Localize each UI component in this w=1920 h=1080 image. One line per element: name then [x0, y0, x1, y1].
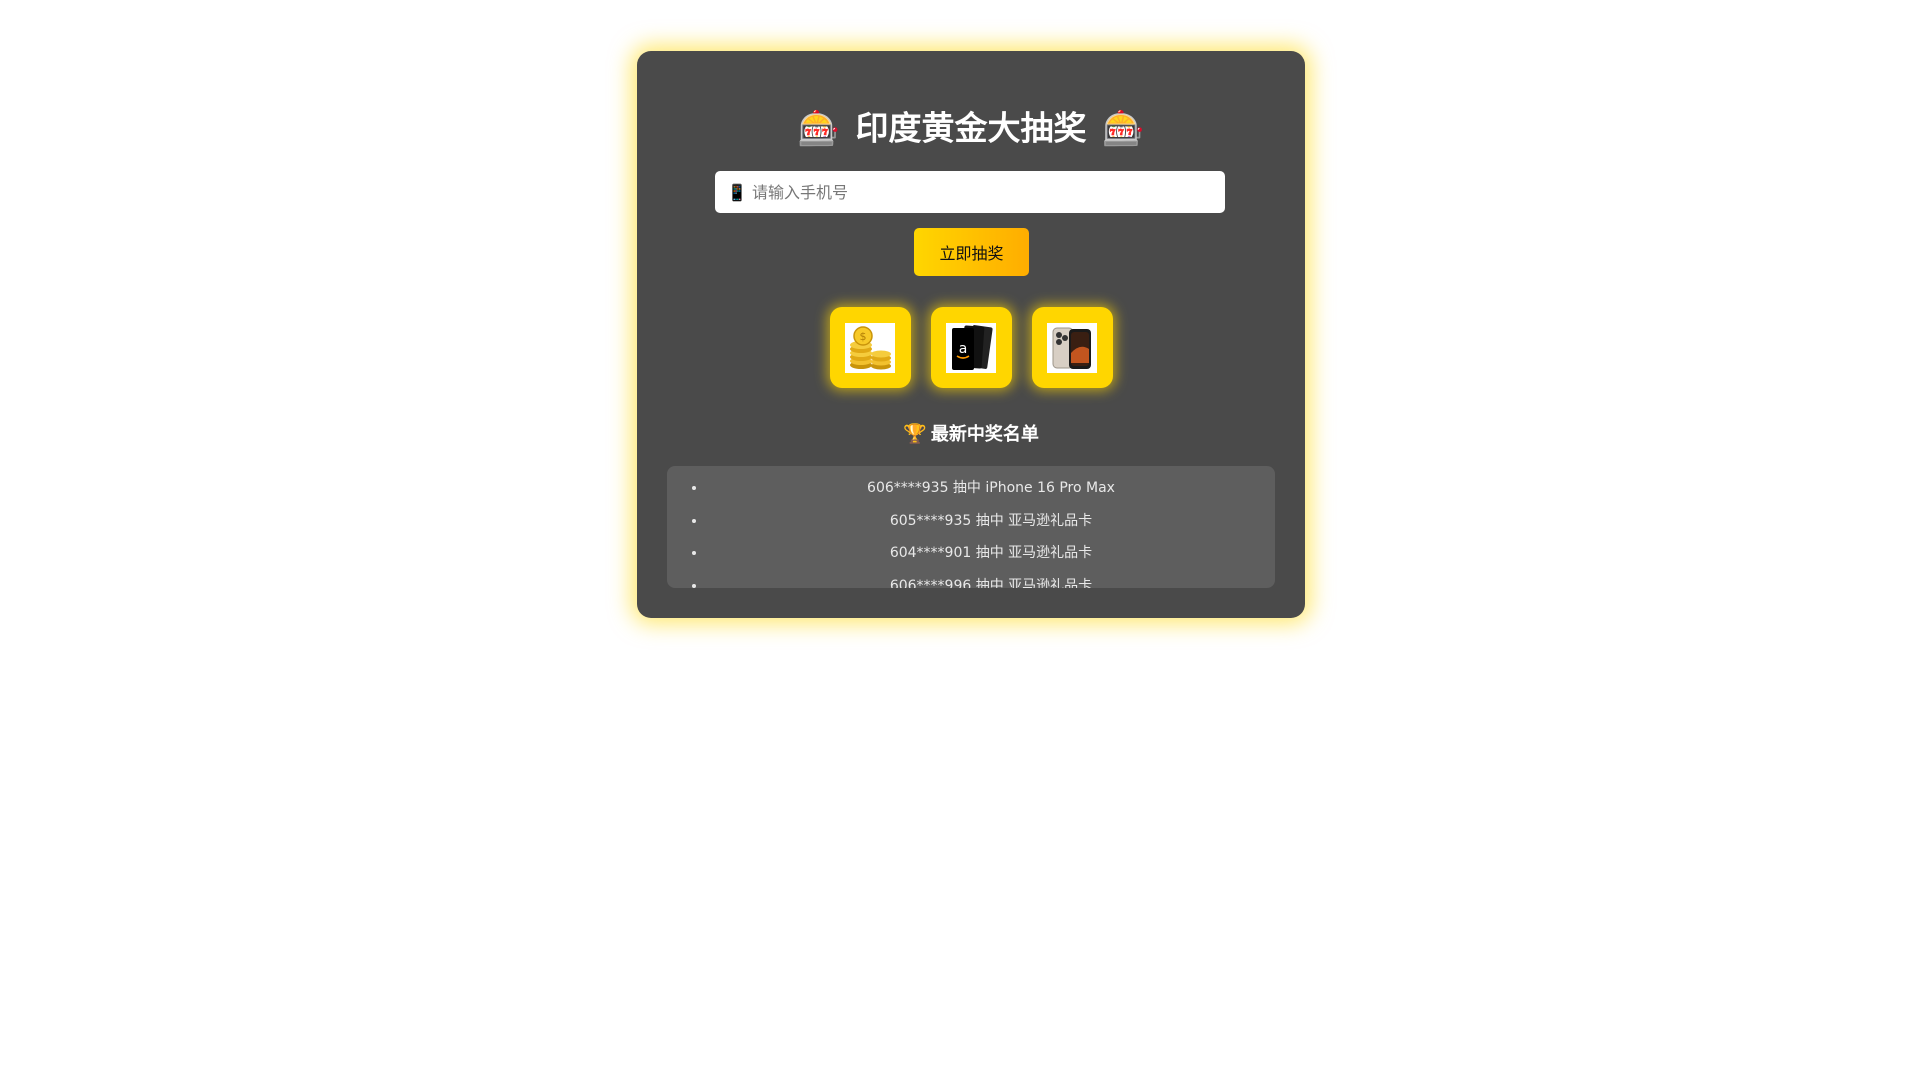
svg-text:$: $ — [860, 330, 867, 343]
draw-button[interactable]: 立即抽奖 — [914, 228, 1029, 276]
iphone-icon — [1047, 322, 1097, 373]
svg-text:a: a — [959, 341, 968, 357]
winners-title: 🏆 最新中奖名单 — [637, 419, 1305, 450]
page-title: 🎰 印度黄金大抽奖 🎰 — [637, 103, 1305, 153]
prize-amazon-gift-card: a — [930, 307, 1012, 388]
slot-machine-icon: 🎰 — [797, 108, 840, 149]
prize-iphone — [1031, 307, 1113, 388]
lottery-card: 🎰 印度黄金大抽奖 🎰 立即抽奖 $ — [637, 51, 1305, 618]
prize-row: $ a — [637, 307, 1305, 388]
phone-input[interactable] — [715, 171, 1225, 213]
amazon-gift-card-icon: a — [946, 322, 996, 373]
list-item: 604****901 抽中 亚马逊礼品卡 — [707, 537, 1275, 570]
winners-title-text: 最新中奖名单 — [930, 424, 1039, 445]
prize-gold-coins: $ — [829, 307, 911, 388]
phone-field-wrapper — [715, 171, 1225, 213]
trophy-icon: 🏆 — [903, 423, 927, 445]
gold-coins-icon: $ — [845, 322, 895, 373]
winners-list: 606****935 抽中 iPhone 16 Pro Max 605****9… — [667, 466, 1275, 588]
winners-list-box: 606****935 抽中 iPhone 16 Pro Max 605****9… — [667, 466, 1275, 588]
slot-machine-icon: 🎰 — [1102, 108, 1145, 149]
list-item: 605****935 抽中 亚马逊礼品卡 — [707, 505, 1275, 538]
list-item: 606****935 抽中 iPhone 16 Pro Max — [707, 472, 1275, 505]
page-title-text: 印度黄金大抽奖 — [855, 108, 1087, 148]
list-item: 606****996 抽中 亚马逊礼品卡 — [707, 570, 1275, 589]
